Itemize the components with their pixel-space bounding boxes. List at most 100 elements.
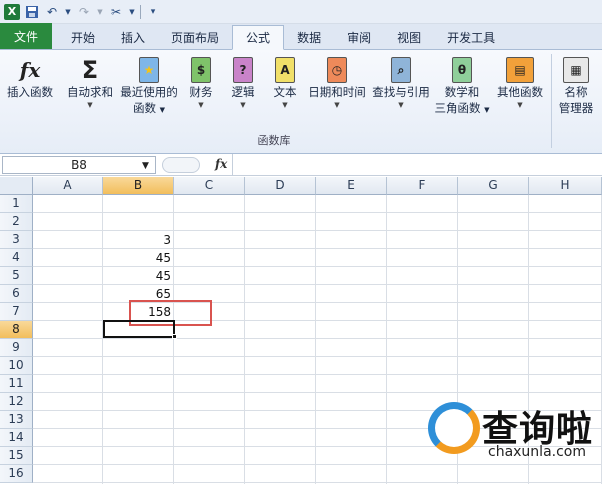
name-manager-button[interactable]: ▦ 名称 管理器 bbox=[554, 56, 598, 116]
column-header-a[interactable]: A bbox=[33, 177, 103, 195]
tab-home[interactable]: 开始 bbox=[58, 25, 108, 49]
grid-row-line bbox=[33, 356, 602, 357]
ribbon-tabs: 文件 开始 插入 页面布局 公式 数据 审阅 视图 开发工具 bbox=[0, 23, 602, 50]
financial-dropdown-icon[interactable]: ▼ bbox=[198, 100, 203, 110]
star-book-icon: ★ bbox=[135, 56, 163, 84]
tab-review[interactable]: 审阅 bbox=[334, 25, 384, 49]
tools-dropdown-icon[interactable]: ▼ bbox=[128, 4, 136, 20]
row-header-1[interactable]: 1 bbox=[0, 195, 33, 213]
row-header-16[interactable]: 16 bbox=[0, 465, 33, 483]
watermark: 查询啦 chaxunla.com bbox=[428, 400, 602, 484]
column-header-e[interactable]: E bbox=[316, 177, 387, 195]
customize-qat-icon[interactable]: ▾ bbox=[145, 4, 161, 20]
tab-formulas[interactable]: 公式 bbox=[232, 25, 285, 50]
logical-book-icon: ? bbox=[229, 56, 257, 84]
tab-developer[interactable]: 开发工具 bbox=[434, 25, 508, 49]
more-functions-label: 其他函数 bbox=[497, 85, 543, 99]
tab-file[interactable]: 文件 bbox=[0, 23, 52, 49]
function-library-group-label: 函数库 bbox=[257, 134, 291, 147]
tab-page-layout[interactable]: 页面布局 bbox=[158, 25, 232, 49]
row-header-15[interactable]: 15 bbox=[0, 447, 33, 465]
row-header-9[interactable]: 9 bbox=[0, 339, 33, 357]
more-functions-button[interactable]: ▤ 其他函数 ▼ bbox=[494, 56, 546, 110]
row-header-5[interactable]: 5 bbox=[0, 267, 33, 285]
column-header-f[interactable]: F bbox=[387, 177, 458, 195]
row-header-7[interactable]: 7 bbox=[0, 303, 33, 321]
ribbon-formulas: fx 插入函数 Σ 自动求和 ▼ ★ 最近使用的 函数 ▼ $ 财务 ▼ ? 逻… bbox=[0, 50, 602, 154]
formula-bar: B8 ▼ fx bbox=[0, 154, 602, 176]
select-all-corner[interactable] bbox=[0, 177, 33, 195]
column-header-b[interactable]: B bbox=[103, 177, 174, 195]
financial-button[interactable]: $ 财务 ▼ bbox=[184, 56, 218, 110]
undo-dropdown-icon[interactable]: ▼ bbox=[64, 4, 72, 20]
row-header-12[interactable]: 12 bbox=[0, 393, 33, 411]
financial-book-icon: $ bbox=[187, 56, 215, 84]
autosum-dropdown-icon[interactable]: ▼ bbox=[87, 100, 92, 110]
name-manager-icon: ▦ bbox=[562, 56, 590, 84]
row-header-4[interactable]: 4 bbox=[0, 249, 33, 267]
column-header-g[interactable]: G bbox=[458, 177, 529, 195]
row-header-6[interactable]: 6 bbox=[0, 285, 33, 303]
quick-access-toolbar: X ↶ ▼ ↷ ▼ ✂ ▼ ▾ bbox=[0, 0, 602, 24]
insert-function-button[interactable]: fx 插入函数 bbox=[4, 56, 56, 100]
cell-b6[interactable]: 65 bbox=[103, 285, 174, 303]
tab-insert[interactable]: 插入 bbox=[108, 25, 158, 49]
row-header-10[interactable]: 10 bbox=[0, 357, 33, 375]
row-header-14[interactable]: 14 bbox=[0, 429, 33, 447]
row-header-8[interactable]: 8 bbox=[0, 321, 33, 339]
recently-used-button[interactable]: ★ 最近使用的 函数 ▼ bbox=[118, 56, 180, 118]
more-functions-books-icon: ▤ bbox=[506, 56, 534, 84]
text-button[interactable]: A 文本 ▼ bbox=[268, 56, 302, 110]
redo-dropdown-icon[interactable]: ▼ bbox=[96, 4, 104, 20]
undo-icon[interactable]: ↶ bbox=[44, 4, 60, 20]
row-header-2[interactable]: 2 bbox=[0, 213, 33, 231]
logical-button[interactable]: ? 逻辑 ▼ bbox=[226, 56, 260, 110]
save-icon[interactable] bbox=[24, 4, 40, 20]
tab-data[interactable]: 数据 bbox=[284, 25, 334, 49]
cell-b3[interactable]: 3 bbox=[103, 231, 174, 249]
lookup-reference-button[interactable]: ⌕ 查找与引用 ▼ bbox=[370, 56, 432, 110]
more-functions-dropdown-icon[interactable]: ▼ bbox=[517, 100, 522, 110]
qat-separator bbox=[140, 4, 141, 19]
name-box[interactable]: B8 bbox=[2, 156, 156, 174]
autosum-label: 自动求和 bbox=[67, 85, 113, 99]
row-header-3[interactable]: 3 bbox=[0, 231, 33, 249]
row-header-13[interactable]: 13 bbox=[0, 411, 33, 429]
lookup-reference-label: 查找与引用 bbox=[372, 85, 430, 99]
row-header-11[interactable]: 11 bbox=[0, 375, 33, 393]
insert-function-fx-icon[interactable]: fx bbox=[215, 157, 227, 171]
tools-icon[interactable]: ✂ bbox=[108, 4, 124, 20]
date-time-label: 日期和时间 bbox=[308, 85, 366, 99]
date-time-book-icon: ◷ bbox=[323, 56, 351, 84]
cell-b7[interactable]: 158 bbox=[103, 303, 174, 321]
column-header-c[interactable]: C bbox=[174, 177, 245, 195]
recently-used-label-2: 函数 ▼ bbox=[132, 101, 166, 115]
financial-label: 财务 bbox=[189, 85, 213, 99]
recently-used-label: 最近使用的 bbox=[120, 85, 178, 99]
formula-input[interactable] bbox=[232, 154, 602, 176]
column-header-d[interactable]: D bbox=[245, 177, 316, 195]
math-trig-book-icon: θ bbox=[448, 56, 476, 84]
logical-dropdown-icon[interactable]: ▼ bbox=[240, 100, 245, 110]
grid-row-line bbox=[33, 212, 602, 213]
text-dropdown-icon[interactable]: ▼ bbox=[282, 100, 287, 110]
math-trig-button[interactable]: θ 数学和 三角函数 ▼ bbox=[434, 56, 490, 118]
name-box-dropdown-icon[interactable]: ▼ bbox=[142, 161, 149, 171]
redo-icon[interactable]: ↷ bbox=[76, 4, 92, 20]
logical-label: 逻辑 bbox=[231, 85, 255, 99]
autosum-button[interactable]: Σ 自动求和 ▼ bbox=[64, 56, 116, 110]
grid-row-line bbox=[33, 374, 602, 375]
cell-b4[interactable]: 45 bbox=[103, 249, 174, 267]
tab-view[interactable]: 视图 bbox=[384, 25, 434, 49]
text-label: 文本 bbox=[273, 85, 297, 99]
date-time-dropdown-icon[interactable]: ▼ bbox=[334, 100, 339, 110]
text-book-icon: A bbox=[271, 56, 299, 84]
math-trig-label: 数学和 bbox=[444, 85, 480, 99]
column-header-h[interactable]: H bbox=[529, 177, 602, 195]
lookup-reference-dropdown-icon[interactable]: ▼ bbox=[398, 100, 403, 110]
grid-row-line bbox=[33, 338, 602, 339]
watermark-logo-icon bbox=[428, 402, 480, 454]
date-time-button[interactable]: ◷ 日期和时间 ▼ bbox=[306, 56, 368, 110]
cell-b5[interactable]: 45 bbox=[103, 267, 174, 285]
insert-function-label: 插入函数 bbox=[7, 85, 53, 99]
